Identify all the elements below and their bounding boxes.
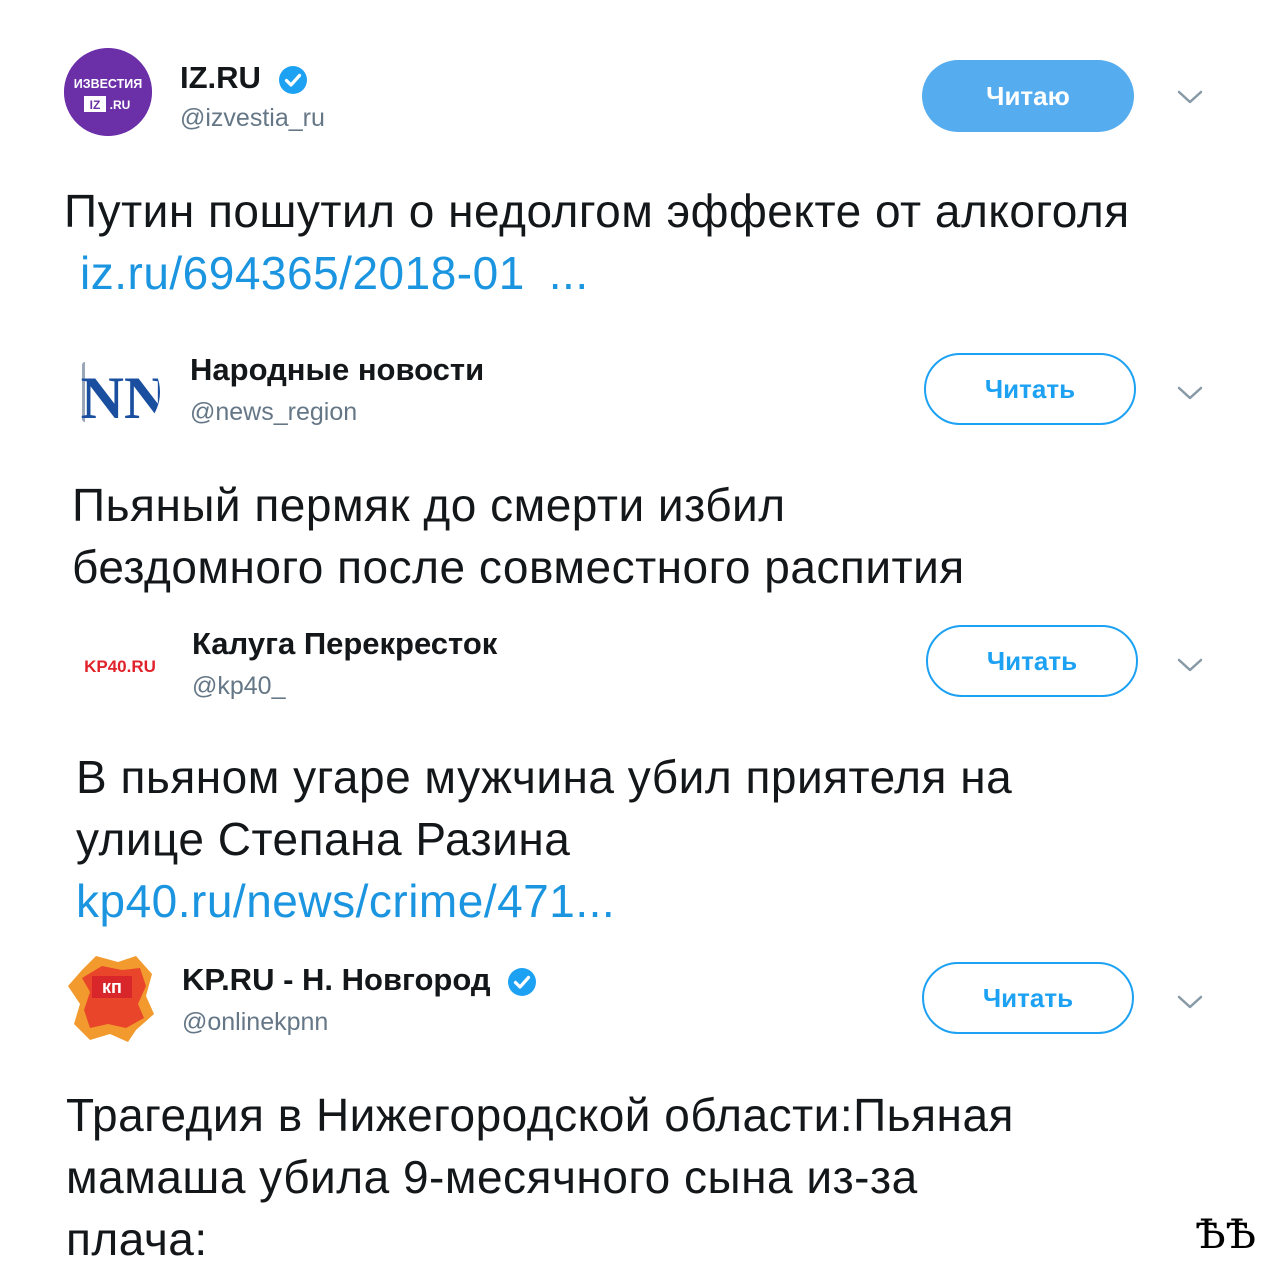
chevron-down-icon[interactable] (1176, 385, 1204, 401)
user-handle[interactable]: @kp40_ (192, 672, 286, 701)
avatar[interactable]: ИЗВЕСТИЯ IZ .RU (64, 48, 152, 136)
display-name-text: IZ.RU (180, 60, 261, 95)
avatar-label: .RU (110, 98, 131, 112)
nn-logo-icon: NN (81, 362, 160, 431)
avatar-label: KP40.RU (84, 657, 156, 676)
tweet-text-line: мамаша убила 9-месячного сына из-за (66, 1151, 918, 1203)
display-name-text: KP.RU - Н. Новгород (182, 962, 491, 997)
tweet-link[interactable]: iz.ru/694365/2018-01 (80, 247, 525, 299)
display-name-text: Народные новости (190, 352, 485, 387)
kp40-logo-icon: KP40.RU (84, 657, 156, 676)
chevron-down-icon[interactable] (1176, 657, 1204, 673)
display-name[interactable]: KP.RU - Н. Новгород (182, 962, 537, 998)
display-name-text: Калуга Перекресток (192, 626, 498, 661)
user-handle[interactable]: @news_region (190, 398, 357, 427)
follow-button[interactable]: Читать (922, 962, 1134, 1034)
tweet-text-line: Трагедия в Нижегородской области:Пьяная (66, 1089, 1014, 1141)
avatar[interactable]: кп (66, 952, 154, 1042)
chevron-down-icon[interactable] (1176, 994, 1204, 1010)
verified-badge-icon (508, 967, 537, 996)
chevron-down-icon[interactable] (1176, 89, 1204, 105)
avatar[interactable]: KP40.RU (70, 620, 158, 708)
tweet-text: Пьяный пермяк до смерти избил бездомного… (72, 474, 1222, 598)
display-name[interactable]: Народные новости (190, 352, 484, 388)
kp-nn-logo-icon: кп (68, 956, 154, 1042)
tweet-text-line: улице Степана Разина (76, 813, 571, 865)
avatar-label: ИЗВЕСТИЯ (74, 77, 143, 91)
verified-badge-icon (278, 65, 307, 94)
tweet-text: Трагедия в Нижегородской области:Пьяная … (66, 1084, 1216, 1270)
tweet-text: В пьяном угаре мужчина убил приятеля на … (76, 746, 1226, 932)
follow-button[interactable]: Читать (924, 353, 1136, 425)
watermark: ѢѢ (1195, 1212, 1256, 1258)
tweet-link[interactable]: kp40.ru/news/crime/471... (76, 870, 1226, 932)
tweet-text-line: Пьяный пермяк до смерти избил (72, 479, 786, 531)
display-name[interactable]: Калуга Перекресток (192, 626, 497, 662)
tweet-ellipsis: ... (548, 247, 589, 299)
following-button[interactable]: Читаю (922, 60, 1134, 132)
tweet-text-line: плача: (66, 1213, 208, 1265)
tweet-text-line: В пьяном угаре мужчина убил приятеля на (76, 751, 1013, 803)
tweet-text-body: Путин пошутил о недолгом эффекте от алко… (64, 185, 1130, 237)
display-name[interactable]: IZ.RU (180, 60, 308, 96)
avatar-badge: IZ (90, 98, 101, 112)
tweet-text-line: бездомного после совместного распития (72, 541, 965, 593)
avatar-label: кп (102, 977, 122, 997)
avatar-label: NN (81, 365, 160, 431)
avatar[interactable]: NN (72, 348, 160, 436)
user-handle[interactable]: @onlinekpnn (182, 1008, 328, 1037)
izvestia-logo-icon: ИЗВЕСТИЯ IZ .RU (64, 48, 152, 136)
tweet-text: Путин пошутил о недолгом эффекте от алко… (64, 180, 1164, 304)
follow-button[interactable]: Читать (926, 625, 1138, 697)
user-handle[interactable]: @izvestia_ru (180, 104, 325, 133)
